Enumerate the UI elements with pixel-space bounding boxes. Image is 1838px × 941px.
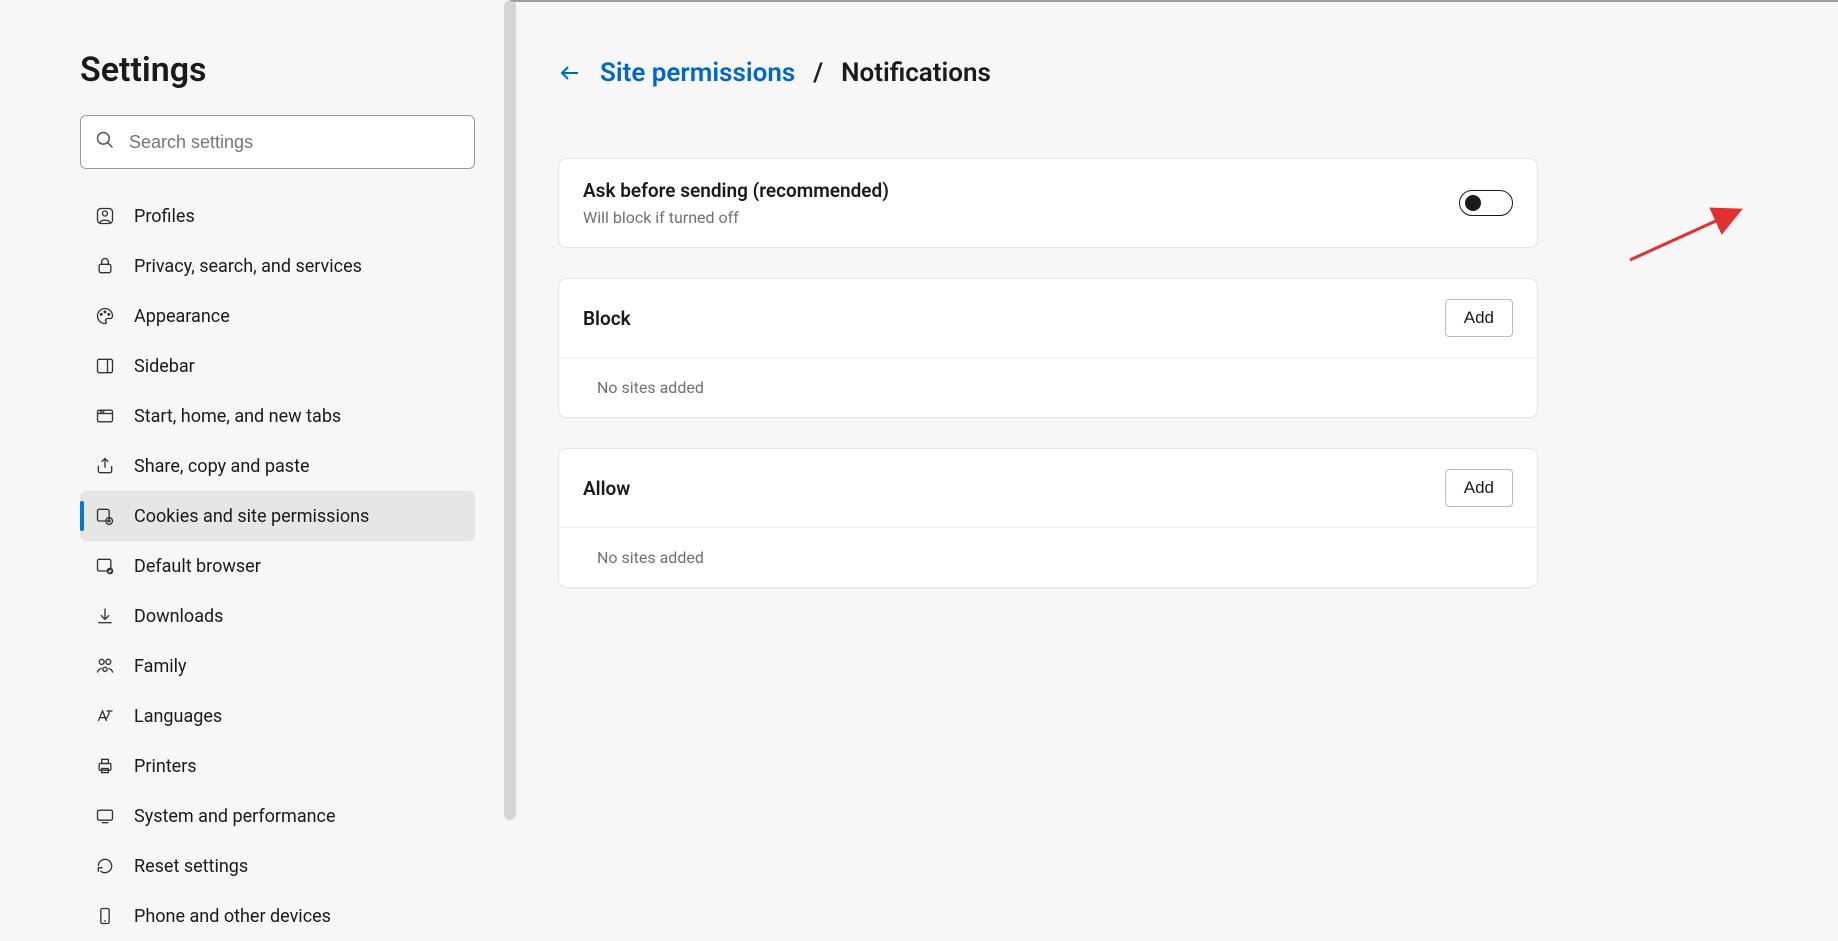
- search-icon: [95, 130, 115, 154]
- search-settings-field[interactable]: [80, 115, 475, 169]
- sidebar-item-sidebar[interactable]: Sidebar: [80, 341, 475, 391]
- sidebar-item-reset[interactable]: Reset settings: [80, 841, 475, 891]
- allow-card-title: Allow: [583, 477, 630, 500]
- sidebar-item-label: Share, copy and paste: [134, 456, 310, 477]
- sidebar-item-label: Languages: [134, 706, 222, 727]
- tab-icon: [94, 405, 116, 427]
- sidebar-item-label: System and performance: [134, 806, 336, 827]
- system-icon: [94, 805, 116, 827]
- block-add-button[interactable]: Add: [1445, 299, 1513, 337]
- breadcrumb: Site permissions / Notifications: [558, 58, 1538, 88]
- sidebar-item-label: Phone and other devices: [134, 906, 331, 927]
- palette-icon: [94, 305, 116, 327]
- sidebar-item-label: Printers: [134, 756, 197, 777]
- sidebar-item-default-browser[interactable]: Default browser: [80, 541, 475, 591]
- sidebar-item-family[interactable]: Family: [80, 641, 475, 691]
- sidebar-item-profiles[interactable]: Profiles: [80, 191, 475, 241]
- sidebar-item-printers[interactable]: Printers: [80, 741, 475, 791]
- sidebar-item-label: Privacy, search, and services: [134, 256, 362, 277]
- family-icon: [94, 655, 116, 677]
- breadcrumb-separator: /: [813, 58, 823, 88]
- download-icon: [94, 605, 116, 627]
- sidebar-item-label: Sidebar: [134, 356, 195, 377]
- language-icon: [94, 705, 116, 727]
- sidebar-item-share[interactable]: Share, copy and paste: [80, 441, 475, 491]
- sidebar-item-label: Default browser: [134, 556, 261, 577]
- back-arrow-icon[interactable]: [558, 61, 582, 85]
- phone-icon: [94, 905, 116, 927]
- share-icon: [94, 455, 116, 477]
- allow-add-button[interactable]: Add: [1445, 469, 1513, 507]
- browser-check-icon: [94, 555, 116, 577]
- ask-before-sending-card: Ask before sending (recommended) Will bl…: [558, 158, 1538, 248]
- sidebar-item-label: Appearance: [134, 306, 230, 327]
- sidebar-item-label: Start, home, and new tabs: [134, 406, 341, 427]
- breadcrumb-current: Notifications: [841, 58, 991, 88]
- block-card-title: Block: [583, 307, 631, 330]
- sidebar-item-start[interactable]: Start, home, and new tabs: [80, 391, 475, 441]
- block-empty-text: No sites added: [559, 357, 1537, 417]
- lock-icon: [94, 255, 116, 277]
- sidebar-panel-icon: [94, 355, 116, 377]
- sidebar-item-downloads[interactable]: Downloads: [80, 591, 475, 641]
- page-title: Settings: [80, 50, 510, 90]
- reset-icon: [94, 855, 116, 877]
- allow-card: Allow Add No sites added: [558, 448, 1538, 588]
- allow-empty-text: No sites added: [559, 527, 1537, 587]
- settings-sidebar: Settings Profiles Privacy, search, and: [0, 0, 510, 902]
- ask-card-subtitle: Will block if turned off: [583, 208, 889, 227]
- sidebar-item-label: Cookies and site permissions: [134, 506, 369, 527]
- sidebar-item-languages[interactable]: Languages: [80, 691, 475, 741]
- sidebar-item-label: Reset settings: [134, 856, 248, 877]
- profile-icon: [94, 205, 116, 227]
- ask-before-sending-toggle[interactable]: [1459, 190, 1513, 216]
- sidebar-item-privacy[interactable]: Privacy, search, and services: [80, 241, 475, 291]
- breadcrumb-parent-link[interactable]: Site permissions: [600, 58, 795, 88]
- ask-card-title: Ask before sending (recommended): [583, 179, 889, 202]
- block-card: Block Add No sites added: [558, 278, 1538, 418]
- sidebar-item-label: Profiles: [134, 206, 195, 227]
- sidebar-item-appearance[interactable]: Appearance: [80, 291, 475, 341]
- settings-nav: Profiles Privacy, search, and services A…: [80, 191, 475, 941]
- sidebar-item-system[interactable]: System and performance: [80, 791, 475, 841]
- sidebar-item-cookies[interactable]: Cookies and site permissions: [80, 491, 475, 541]
- sidebar-item-label: Family: [134, 656, 187, 677]
- toggle-knob: [1465, 195, 1481, 211]
- sidebar-item-label: Downloads: [134, 606, 223, 627]
- sidebar-item-phone[interactable]: Phone and other devices: [80, 891, 475, 941]
- search-input[interactable]: [129, 132, 460, 153]
- settings-main: Site permissions / Notifications Ask bef…: [510, 0, 1838, 902]
- cookie-settings-icon: [94, 505, 116, 527]
- printer-icon: [94, 755, 116, 777]
